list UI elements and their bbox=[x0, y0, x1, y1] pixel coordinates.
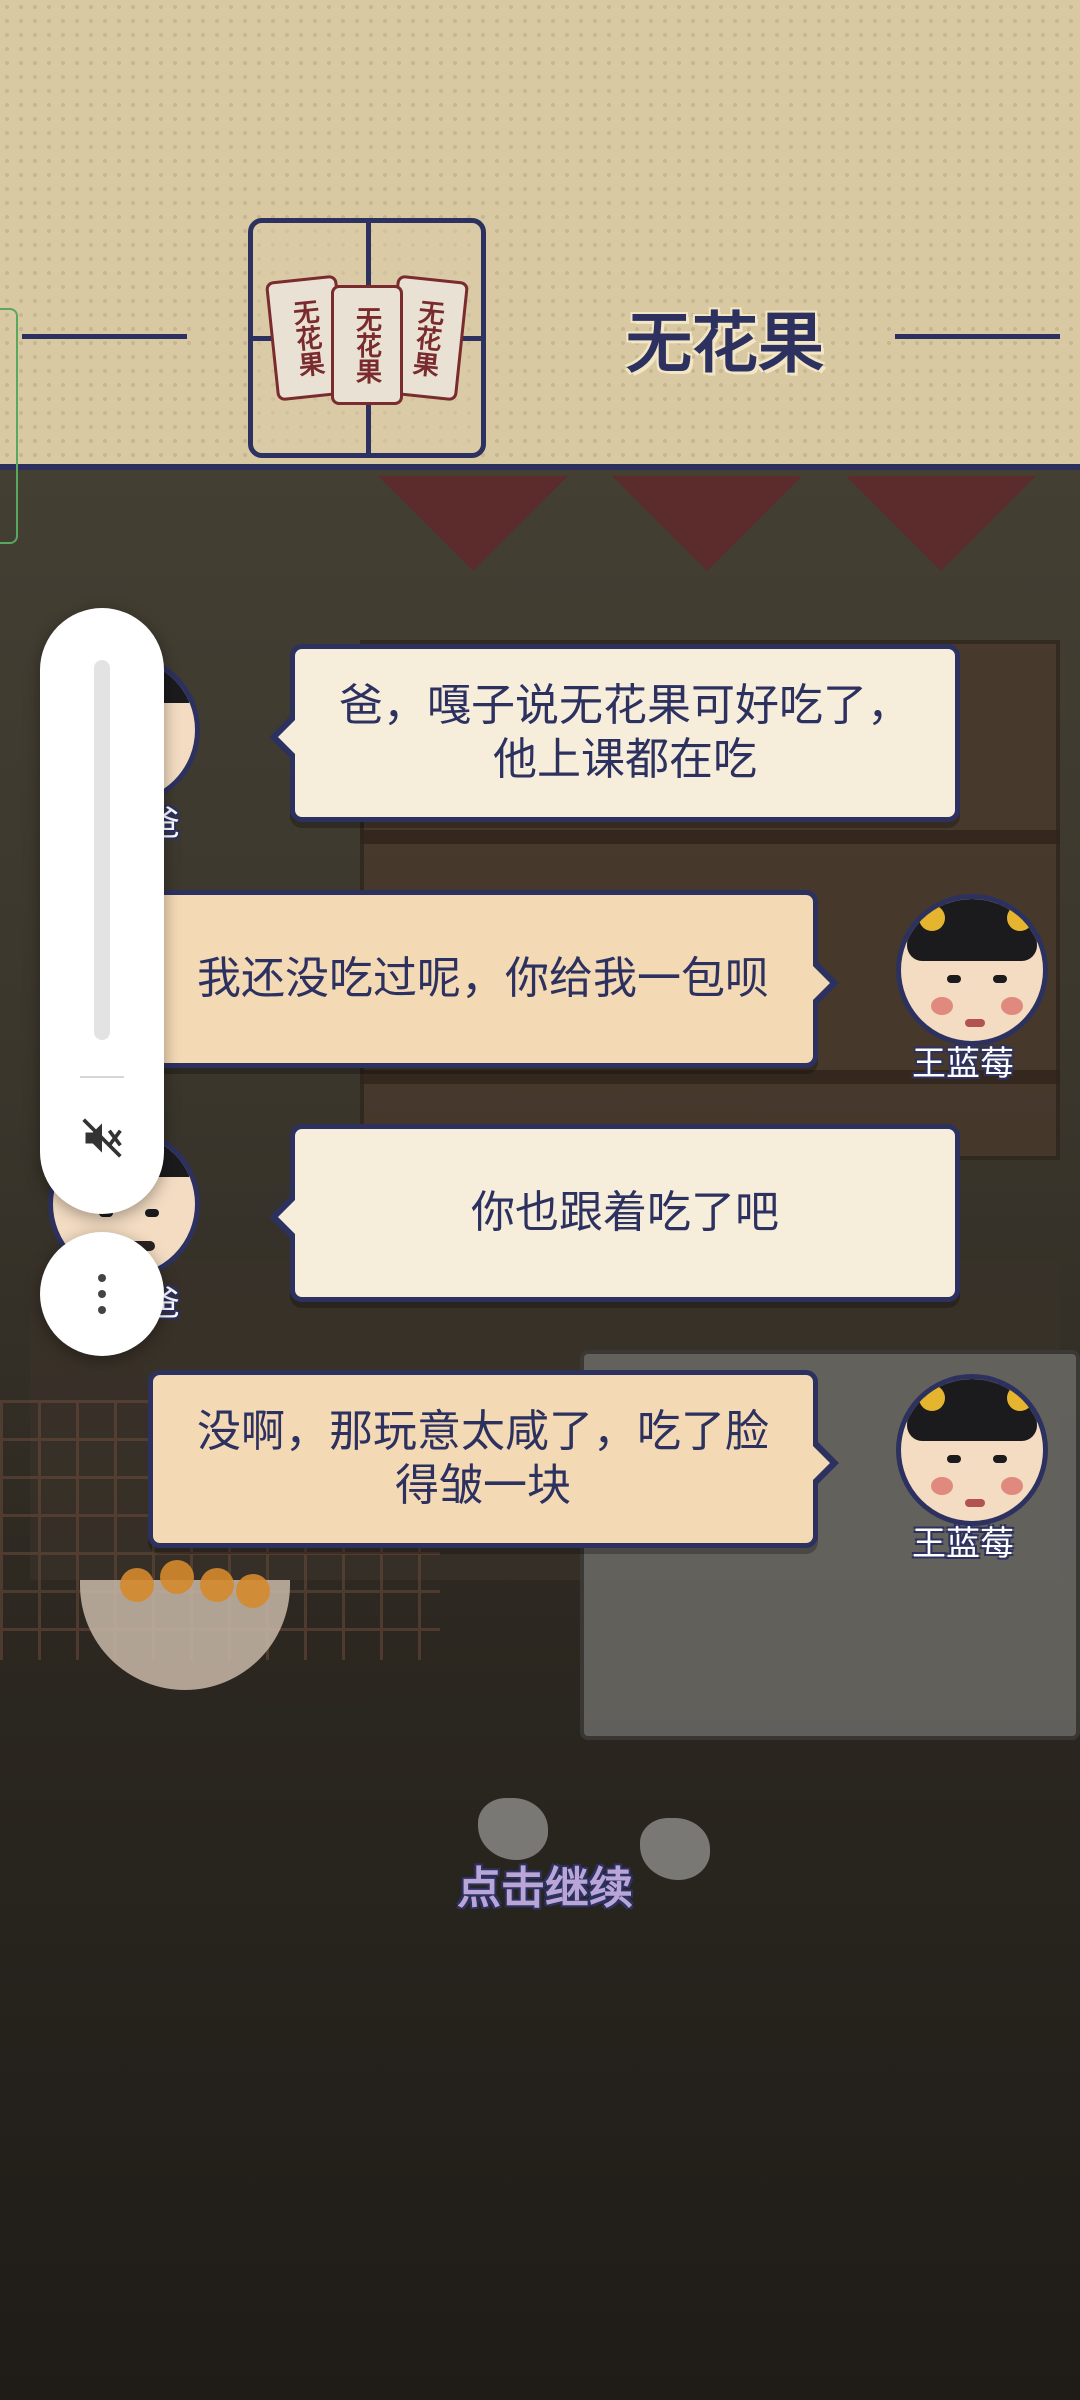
rock-decoration bbox=[478, 1798, 548, 1860]
wang-lanmei-avatar bbox=[896, 1374, 1048, 1526]
volume-panel bbox=[40, 608, 164, 1214]
item-title: 无花果 bbox=[626, 305, 824, 382]
shelf-board bbox=[360, 830, 1060, 844]
orange bbox=[120, 1568, 154, 1602]
volume-slider[interactable] bbox=[94, 660, 110, 1040]
fig-snack-bag: 无花果 bbox=[331, 285, 403, 405]
header-decor-line-right bbox=[895, 334, 1060, 339]
volume-divider bbox=[80, 1076, 124, 1078]
header-decor-line-left bbox=[22, 334, 187, 339]
dialogue-bubble-3: 你也跟着吃了吧 bbox=[269, 1124, 960, 1302]
dialogue-bubble-1: 爸，嘎子说无花果可好吃了，他上课都在吃 bbox=[269, 644, 960, 822]
volume-off-icon[interactable] bbox=[80, 1116, 124, 1160]
dialogue-bubble-2: 我还没吃过呢，你给我一包呗 bbox=[148, 890, 839, 1068]
orange bbox=[160, 1560, 194, 1594]
volume-more-button[interactable] bbox=[40, 1232, 164, 1356]
orange bbox=[200, 1568, 234, 1602]
speaker-name-wang-lanmei: 王蓝莓 bbox=[912, 1524, 1014, 1564]
dialogue-bubble-4: 没啊，那玩意太咸了，吃了脸得皱一块 bbox=[148, 1370, 839, 1548]
speaker-name-wang-lanmei: 王蓝莓 bbox=[912, 1044, 1014, 1084]
item-header-banner: 无花果 无花果 无花果 无花果 bbox=[0, 0, 1080, 470]
item-image-frame: 无花果 无花果 无花果 bbox=[248, 218, 486, 458]
orange bbox=[236, 1574, 270, 1608]
tap-to-continue-button[interactable]: 点击继续 bbox=[400, 1852, 690, 1916]
wang-lanmei-avatar bbox=[896, 894, 1048, 1046]
